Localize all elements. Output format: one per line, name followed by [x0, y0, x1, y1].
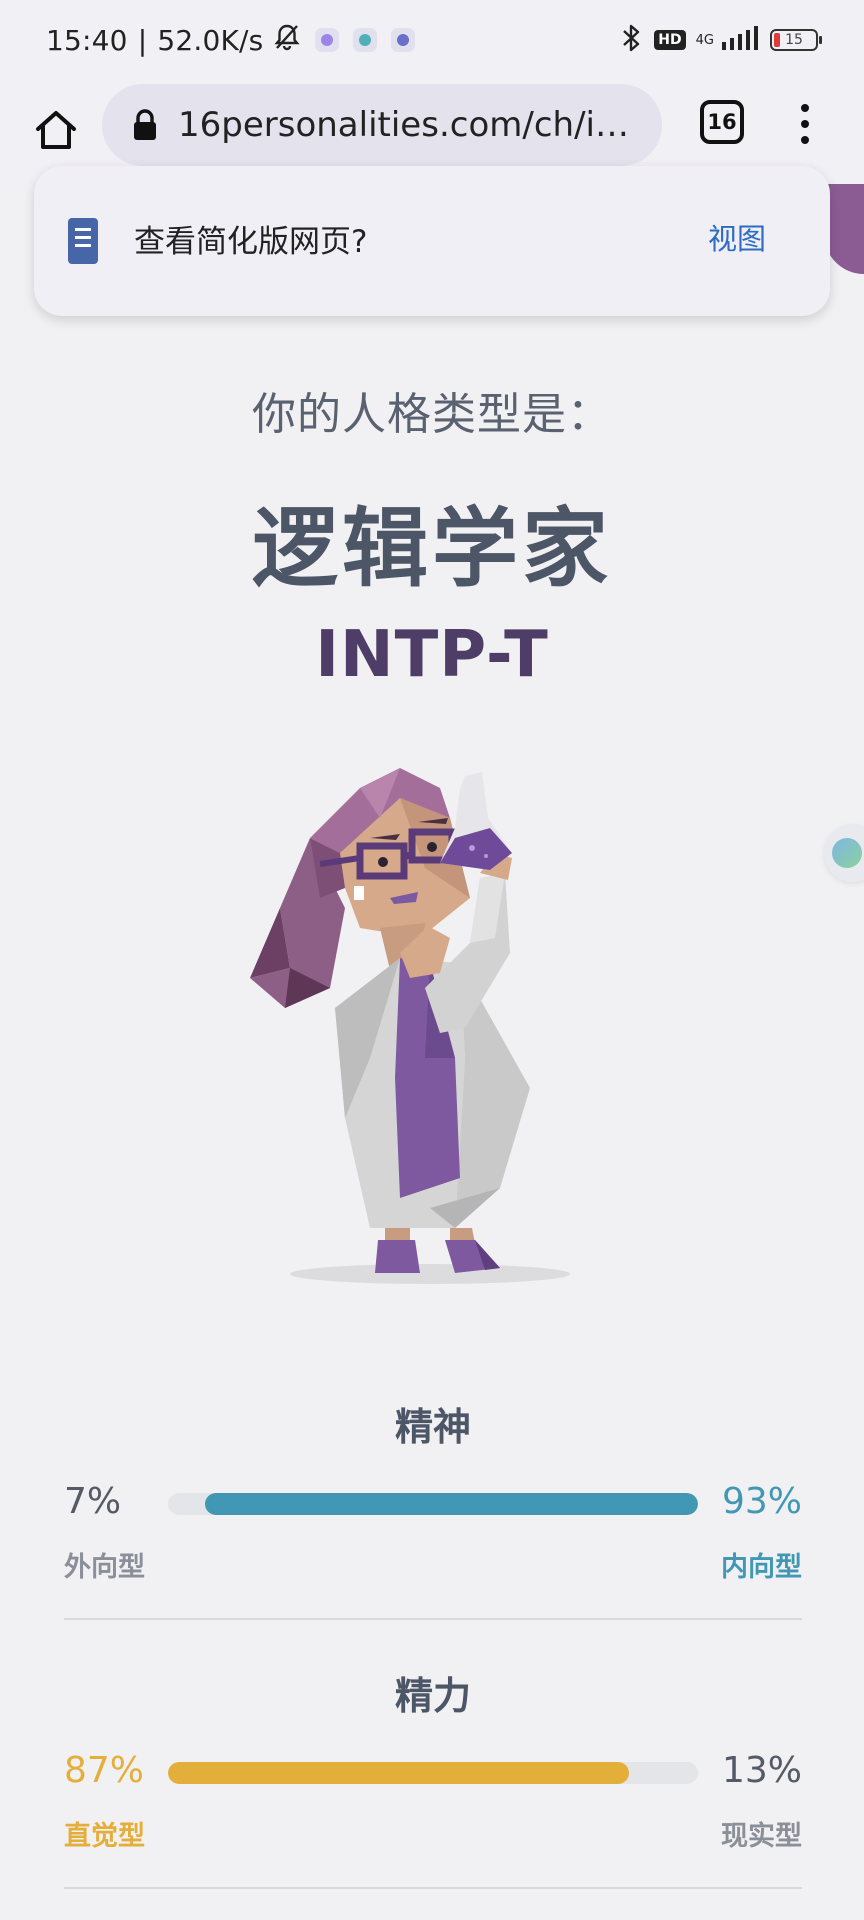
more-menu-button[interactable] [786, 94, 824, 154]
net-speed: 52.0K/s [157, 23, 264, 57]
trait-title: 精神 [394, 1405, 471, 1449]
logician-character-illustration [250, 768, 570, 1284]
left-percent: 7% [64, 1481, 122, 1522]
right-label: 现实型 [721, 1821, 802, 1852]
mute-bell-icon [273, 23, 301, 58]
trait-mind: 精神 7% 93% 外向型 内向型 [64, 1396, 802, 1585]
trait-energy: 精力 87% 13% 直觉型 现实型 [64, 1665, 802, 1854]
trait-bar-row: 7% 93% [64, 1477, 802, 1531]
status-bar: 15:40 | 52.0K/s HD 4G 15 [0, 0, 864, 80]
personality-type-code: INTP-T [315, 618, 549, 692]
network-type: 4G [695, 32, 714, 48]
trait-labels: 直觉型 现实型 [64, 1814, 802, 1854]
left-label: 外向型 [64, 1552, 145, 1583]
trait-bar-fill [205, 1493, 698, 1515]
status-right: HD 4G 15 [618, 20, 822, 60]
page-decoration [824, 184, 864, 274]
address-bar[interactable]: 16personalities.com/ch/intp-t [102, 84, 662, 166]
personality-type-name: 逻辑学家 [252, 499, 612, 599]
app-notification-icon [391, 28, 416, 52]
right-label: 内向型 [721, 1552, 802, 1583]
app-notification-icon [353, 28, 378, 52]
bluetooth-icon [618, 23, 644, 57]
trait-labels: 外向型 内向型 [64, 1545, 802, 1585]
signal-icon [720, 24, 760, 56]
hd-voice-badge: HD [654, 30, 686, 50]
trait-bar [168, 1762, 698, 1784]
separator: | [137, 23, 148, 57]
divider [64, 1618, 802, 1620]
battery-level: 15 [785, 32, 803, 48]
clock: 15:40 [46, 23, 128, 57]
right-percent: 13% [721, 1750, 802, 1791]
tab-switcher-button[interactable]: 16 [700, 100, 744, 144]
floating-assistant-button[interactable] [824, 824, 864, 882]
home-icon [36, 111, 76, 149]
trait-bar-fill [168, 1762, 630, 1784]
app-notification-icon [315, 28, 340, 52]
right-percent: 93% [721, 1481, 802, 1522]
lock-icon[interactable] [130, 106, 160, 144]
status-left: 15:40 | 52.0K/s [46, 20, 416, 60]
document-icon [68, 218, 98, 264]
prompt-text: 查看简化版网页? [134, 224, 368, 260]
battery-icon: 15 [770, 29, 822, 51]
view-simplified-button[interactable]: 视图 [708, 216, 766, 258]
left-label: 直觉型 [64, 1821, 145, 1852]
trait-bar-row: 87% 13% [64, 1746, 802, 1800]
left-percent: 87% [64, 1750, 145, 1791]
home-button[interactable] [28, 102, 84, 158]
globe-icon [832, 838, 862, 868]
url-text[interactable]: 16personalities.com/ch/intp-t [178, 105, 638, 145]
more-dots-icon [801, 104, 809, 112]
divider [64, 1887, 802, 1889]
trait-title: 精力 [394, 1674, 471, 1718]
trait-bar [168, 1493, 698, 1515]
simplified-view-prompt: 查看简化版网页? 视图 [34, 166, 830, 316]
result-subtitle: 你的人格类型是： [252, 389, 612, 440]
